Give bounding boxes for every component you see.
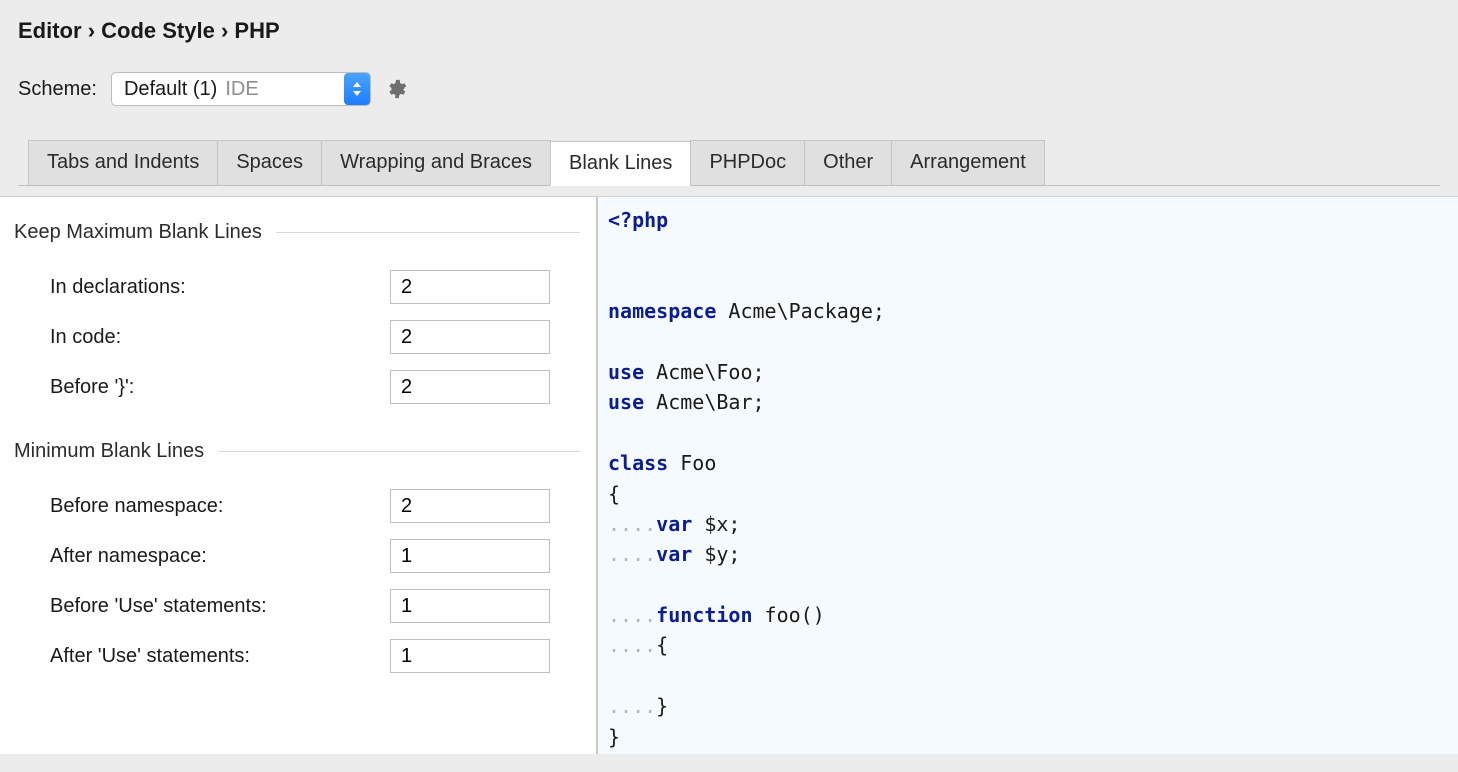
- label-in-declarations: In declarations:: [50, 276, 390, 299]
- code-preview: <?php namespace Acme\Package; use Acme\F…: [598, 197, 1458, 754]
- label-after-namespace: After namespace:: [50, 545, 390, 568]
- input-in-declarations[interactable]: [390, 270, 550, 304]
- input-in-code[interactable]: [390, 320, 550, 354]
- label-in-code: In code:: [50, 326, 390, 349]
- tab-tabs-and-indents[interactable]: Tabs and Indents: [28, 140, 218, 185]
- code-block: <?php namespace Acme\Package; use Acme\F…: [608, 205, 1448, 752]
- section-title-text: Keep Maximum Blank Lines: [14, 221, 262, 244]
- section-title-text: Minimum Blank Lines: [14, 440, 204, 463]
- tab-spaces[interactable]: Spaces: [217, 140, 322, 185]
- tab-blank-lines[interactable]: Blank Lines: [550, 141, 691, 186]
- scheme-select[interactable]: Default (1) IDE: [111, 72, 371, 106]
- chevron-up-down-icon[interactable]: [344, 73, 370, 105]
- breadcrumb-sep: ›: [221, 18, 228, 43]
- section-divider: [218, 451, 580, 452]
- tab-wrapping-and-braces[interactable]: Wrapping and Braces: [321, 140, 551, 185]
- label-before-brace: Before '}':: [50, 376, 390, 399]
- section-divider: [276, 232, 580, 233]
- label-before-namespace: Before namespace:: [50, 495, 390, 518]
- scheme-scope: IDE: [225, 78, 258, 101]
- input-after-use[interactable]: [390, 639, 550, 673]
- input-before-namespace[interactable]: [390, 489, 550, 523]
- gear-icon[interactable]: [385, 78, 407, 100]
- scheme-value: Default (1): [124, 78, 217, 101]
- tab-arrangement[interactable]: Arrangement: [891, 140, 1045, 185]
- breadcrumb-sep: ›: [88, 18, 95, 43]
- breadcrumb-seg-codestyle: Code Style: [101, 18, 215, 43]
- breadcrumb-seg-php: PHP: [234, 18, 279, 43]
- breadcrumb: Editor › Code Style › PHP: [18, 18, 1440, 44]
- label-after-use: After 'Use' statements:: [50, 645, 390, 668]
- input-before-use[interactable]: [390, 589, 550, 623]
- input-after-namespace[interactable]: [390, 539, 550, 573]
- breadcrumb-seg-editor: Editor: [18, 18, 82, 43]
- tab-other[interactable]: Other: [804, 140, 892, 185]
- input-before-brace[interactable]: [390, 370, 550, 404]
- label-before-use: Before 'Use' statements:: [50, 595, 390, 618]
- section-minimum: Minimum Blank Lines: [14, 440, 580, 463]
- tab-phpdoc[interactable]: PHPDoc: [690, 140, 805, 185]
- section-keep-maximum: Keep Maximum Blank Lines: [14, 221, 580, 244]
- scheme-label: Scheme:: [18, 78, 97, 101]
- tab-bar: Tabs and Indents Spaces Wrapping and Bra…: [18, 140, 1440, 186]
- settings-pane: Keep Maximum Blank Lines In declarations…: [0, 197, 598, 754]
